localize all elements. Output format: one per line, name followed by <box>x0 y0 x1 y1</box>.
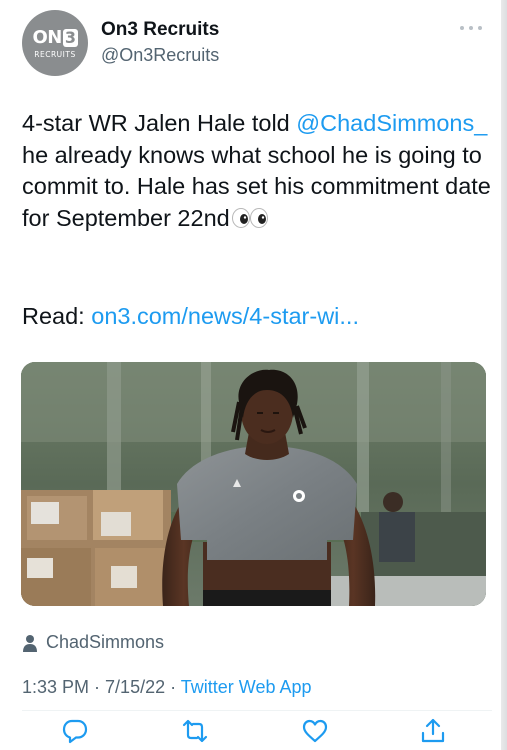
tweet-date[interactable]: 7/15/22 <box>105 677 165 697</box>
tweet-detail-page: ON 3 RECRUITS On3 Recruits @On3Recruits 4… <box>0 0 507 750</box>
retweet-icon <box>182 719 208 743</box>
like-button[interactable] <box>302 718 328 744</box>
divider <box>22 710 492 711</box>
more-options-icon[interactable] <box>460 24 482 32</box>
meta-separator: · <box>89 677 106 697</box>
heart-icon <box>302 719 328 743</box>
mention-link[interactable]: @ChadSimmons_ <box>296 110 487 136</box>
retweet-button[interactable] <box>182 718 208 744</box>
reply-button[interactable] <box>62 718 88 744</box>
tweet-actions-bar <box>60 718 450 750</box>
tweet-time[interactable]: 1:33 PM <box>22 677 89 697</box>
tweet-source-link[interactable]: Twitter Web App <box>181 677 312 697</box>
tweet-meta: 1:33 PM · 7/15/22 · Twitter Web App <box>22 677 312 698</box>
share-button[interactable] <box>420 718 446 744</box>
photo-credit: ChadSimmons <box>46 632 165 652</box>
photo-attribution[interactable]: ChadSimmons <box>22 632 164 653</box>
article-link[interactable]: on3.com/news/4-star-wi... <box>91 303 359 329</box>
share-icon <box>421 718 445 743</box>
avatar-logo-number: 3 <box>62 28 78 47</box>
read-label: Read: <box>22 303 92 329</box>
avatar-logo: ON 3 <box>22 28 88 48</box>
scrollbar-edge <box>501 0 507 750</box>
tweet-text: 4-star WR Jalen Hale told @ChadSimmons_ … <box>22 108 492 236</box>
avatar[interactable]: ON 3 RECRUITS <box>22 10 88 76</box>
athlete-photo-image <box>21 362 486 606</box>
meta-separator: · <box>165 677 181 697</box>
person-icon <box>23 634 37 652</box>
eyes-emoji-icon <box>231 205 271 237</box>
user-handle[interactable]: @On3Recruits <box>101 45 219 66</box>
avatar-logo-subtitle: RECRUITS <box>34 50 76 59</box>
reply-icon <box>62 719 88 744</box>
tweet-text-part1: 4-star WR Jalen Hale told <box>22 110 297 136</box>
avatar-logo-text: ON <box>32 27 62 48</box>
tweet-header: ON 3 RECRUITS On3 Recruits @On3Recruits <box>22 10 482 76</box>
read-line: Read: on3.com/news/4-star-wi... <box>22 301 492 332</box>
display-name[interactable]: On3 Recruits <box>101 19 219 41</box>
tweet-photo[interactable] <box>21 362 486 606</box>
